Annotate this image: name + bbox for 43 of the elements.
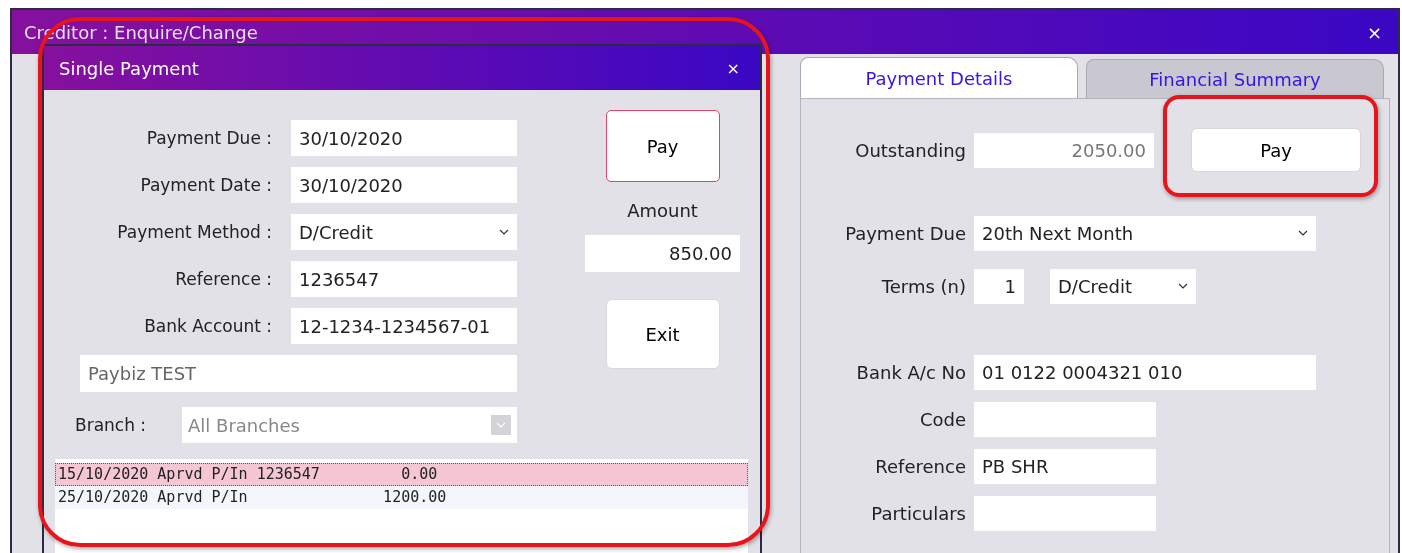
input-field[interactable]: [974, 496, 1156, 531]
field-label: Particulars: [870, 503, 966, 524]
dropdown[interactable]: 20th Next Month: [974, 215, 1316, 251]
list-item[interactable]: 25/10/2020 Aprvd P/In 1200.00: [55, 486, 748, 509]
field-label: Branch :: [75, 415, 148, 435]
input-field[interactable]: 30/10/2020: [291, 167, 517, 203]
chevron-icon: [1298, 230, 1308, 236]
close-icon[interactable]: ×: [1366, 21, 1382, 43]
window-title: Single Payment: [59, 57, 199, 79]
input-field[interactable]: 1: [974, 268, 1024, 304]
field-label: Terms (n): [880, 275, 966, 297]
input-field[interactable]: [974, 402, 1156, 437]
list-item[interactable]: 15/10/2020 Aprvd P/In 1236547 0.00: [55, 463, 748, 486]
field-label: Reference: [874, 456, 966, 477]
field-label: Bank A/c No: [855, 362, 966, 383]
chevron-icon: [1178, 283, 1188, 289]
pay-button[interactable]: Pay: [605, 110, 720, 182]
input-field[interactable]: Paybiz TEST: [80, 355, 517, 392]
exit-button[interactable]: Exit: [605, 299, 720, 369]
field-label: Outstanding: [854, 139, 966, 161]
field-label: Payment Due: [844, 222, 966, 244]
close-icon[interactable]: ×: [726, 58, 740, 78]
dropdown[interactable]: D/Credit: [1050, 268, 1196, 304]
field-label: Payment Due :: [145, 128, 272, 148]
field-label: Amount: [627, 200, 698, 221]
amount-field[interactable]: 850.00: [585, 235, 740, 272]
field-label: Code: [918, 409, 966, 430]
tab[interactable]: Financial Summary: [1086, 59, 1384, 98]
input-field[interactable]: 01 0122 0004321 010: [974, 355, 1316, 390]
pay-button[interactable]: Pay: [1191, 128, 1361, 172]
input-field[interactable]: 1236547: [291, 261, 517, 297]
chevron-icon: [499, 229, 509, 235]
input-field[interactable]: 12-1234-1234567-01: [291, 308, 517, 344]
chevron-icon: [491, 415, 511, 435]
field-label: Payment Date :: [139, 175, 272, 195]
field-label: Reference :: [174, 269, 272, 289]
dropdown[interactable]: D/Credit: [291, 214, 517, 250]
tab[interactable]: Payment Details: [800, 57, 1078, 98]
input-field[interactable]: 30/10/2020: [291, 120, 517, 156]
input-field[interactable]: PB SHR: [974, 449, 1156, 484]
input-field[interactable]: 2050.00: [974, 132, 1154, 168]
field-label: Bank Account :: [143, 316, 272, 336]
field-label: Payment Method :: [116, 222, 272, 242]
